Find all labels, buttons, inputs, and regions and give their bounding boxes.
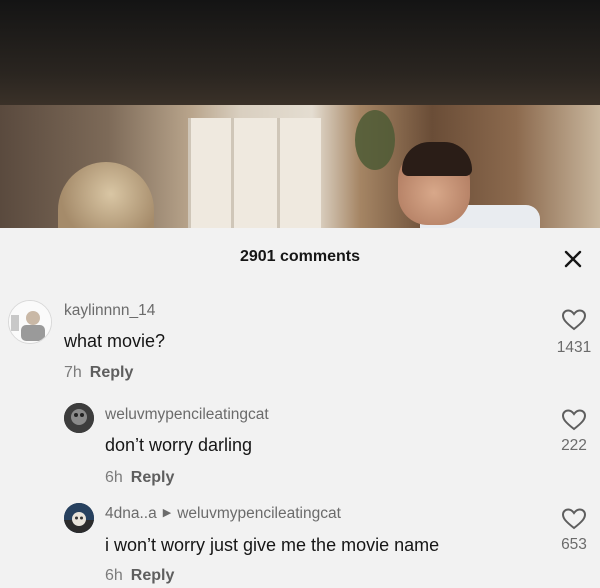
comment-username[interactable]: kaylinnnn_14 — [64, 302, 155, 320]
comment-time: 6h — [105, 469, 123, 486]
comment-text: i won’t worry just give me the movie nam… — [105, 535, 440, 555]
comment-meta: 7h Reply — [64, 364, 133, 382]
video-window — [188, 118, 321, 228]
heart-icon[interactable] — [561, 308, 587, 332]
avatar[interactable] — [8, 300, 52, 344]
video-plant — [355, 110, 395, 170]
comment-time: 7h — [64, 364, 82, 381]
video-top-shade — [0, 0, 600, 105]
comment-meta: 6h Reply — [105, 567, 174, 585]
like-count: 1431 — [556, 339, 592, 356]
video-person-right-hair — [402, 142, 472, 176]
comment-meta: 6h Reply — [105, 469, 174, 487]
avatar[interactable] — [64, 503, 94, 533]
video-preview[interactable] — [0, 0, 600, 228]
reply-button[interactable]: Reply — [90, 364, 134, 381]
comment-text: don’t worry darling — [105, 435, 253, 455]
comment-username[interactable]: weluvmypencileatingcat — [105, 406, 269, 424]
reply-to-username[interactable]: weluvmypencileatingcat — [177, 505, 341, 522]
caret-right-icon: ▶ — [162, 507, 172, 519]
close-icon[interactable] — [560, 246, 586, 272]
reply-author[interactable]: 4dna..a — [105, 505, 157, 522]
like-count: 653 — [561, 536, 587, 553]
comment-time: 6h — [105, 567, 123, 584]
avatar[interactable] — [64, 403, 94, 433]
like-count: 222 — [561, 437, 587, 454]
comment-username: 4dna..a ▶ weluvmypencileatingcat — [105, 505, 341, 523]
reply-button[interactable]: Reply — [131, 469, 175, 486]
reply-button[interactable]: Reply — [131, 567, 175, 584]
heart-icon[interactable] — [561, 408, 587, 432]
comment-text: what movie? — [64, 331, 166, 351]
comment-count: 2901 comments — [239, 248, 361, 265]
heart-icon[interactable] — [561, 507, 587, 531]
